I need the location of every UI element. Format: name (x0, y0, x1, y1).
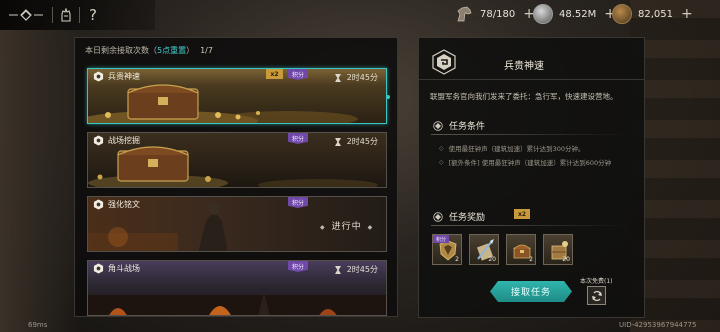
task-4-points-badge: 积分 (288, 261, 308, 272)
gold-coin-icon (612, 4, 632, 24)
help-button[interactable]: ? (80, 0, 106, 30)
task-card-3[interactable]: 强化铭文 积分 ◆ 进行中 ◆ (87, 196, 387, 252)
remaining-close: ） (186, 46, 195, 55)
task-3-status-text: 进行中 (331, 222, 362, 232)
condition-2-text: [额外条件] 使用最狂钟声（建筑加速）累计达到600分钟 (448, 159, 612, 167)
task-3-status: ◆ 进行中 ◆ (314, 219, 379, 232)
selection-indicator (386, 95, 390, 99)
task-4-timer: 2时45分 (334, 264, 378, 275)
reward-item-2[interactable]: 20 (469, 234, 499, 265)
refresh-task-button[interactable] (587, 286, 606, 305)
reset-time-text: 5点重置 (157, 46, 187, 55)
task-card-1[interactable]: 兵贵神速 x2 积分 2时45分 (87, 68, 387, 124)
reward-4-qty: 20 (562, 256, 570, 263)
task-hex-icon (92, 263, 104, 275)
ping-indicator: 69ms (28, 321, 48, 329)
resource-stamina: 78/180 + (454, 3, 535, 25)
knight-helmet-icon (61, 8, 71, 22)
back-emblem-icon (9, 9, 43, 21)
free-refresh-label: 本次免费(1) (580, 278, 613, 285)
reward-3-qty: 2 (529, 256, 533, 263)
resource-gold: 82,051 + (612, 3, 693, 25)
silver-value: 48.52M (559, 8, 597, 20)
task-2-timer: 2时45分 (334, 136, 378, 147)
section-gem-icon (433, 211, 443, 222)
remaining-text: 本日剩余接取次数（ (85, 46, 157, 55)
task-4-time: 2时45分 (346, 265, 378, 274)
task-1-time: 2时45分 (346, 73, 378, 82)
task-1-multiplier-badge: x2 (266, 69, 283, 79)
condition-item: ◇ [额外条件] 使用最狂钟声（建筑加速）累计达到600分钟 (439, 157, 612, 168)
reward-item-4[interactable]: 20 (543, 234, 573, 265)
silver-coin-icon (533, 4, 553, 24)
task-3-name: 强化铭文 (108, 200, 140, 209)
task-card-4[interactable]: 角斗战场 积分 2时45分 (87, 260, 387, 316)
help-icon: ? (89, 6, 97, 24)
reward-item-3[interactable]: 2 (506, 234, 536, 265)
rewards-underline (431, 225, 631, 226)
task-2-time: 2时45分 (346, 137, 378, 146)
remaining-count-label: 本日剩余接取次数（5点重置） 1/7 (85, 45, 213, 56)
task-hex-icon (92, 199, 104, 211)
rewards-title: 任务奖励 (449, 213, 486, 223)
rank-button[interactable] (53, 0, 79, 30)
task-1-name: 兵贵神速 (108, 72, 140, 81)
background-left (0, 0, 80, 332)
refresh-icon (591, 290, 602, 301)
diamond-bullet-icon: ◇ (439, 144, 444, 152)
reward-1-qty: 2 (455, 256, 459, 263)
hourglass-icon (334, 137, 341, 146)
conditions-title: 任务条件 (449, 122, 486, 132)
task-hex-icon (92, 135, 104, 147)
condition-item: ◇ 使用最狂钟声（建筑加速）累计达到300分钟。 (439, 143, 585, 154)
rewards-header: 任务奖励 (433, 210, 485, 223)
conditions-header: 任务条件 (433, 119, 485, 132)
condition-1-text: 使用最狂钟声（建筑加速）累计达到300分钟。 (448, 145, 585, 153)
task-1-timer: 2时45分 (334, 72, 378, 83)
task-card-2[interactable]: 战场挖掘 积分 2时45分 (87, 132, 387, 188)
reward-item-1[interactable]: 积分 2 (432, 234, 462, 265)
accept-task-button[interactable]: 接取任务 (490, 281, 572, 302)
gold-value: 82,051 (638, 8, 673, 20)
task-2-points-badge: 积分 (288, 133, 308, 144)
detail-description: 联盟军务官向我们发来了委托：急行军，快速建设营地。 (430, 92, 618, 101)
rewards-multiplier-badge: x2 (514, 209, 530, 219)
task-3-points-badge: 积分 (288, 197, 308, 208)
hourglass-icon (334, 265, 341, 274)
top-left-bar: ? (0, 0, 155, 30)
task-detail-panel: 兵贵神速 联盟军务官向我们发来了委托：急行军，快速建设营地。 任务条件 ◇ 使用… (418, 37, 645, 318)
task-4-name: 角斗战场 (108, 264, 140, 273)
task-2-name: 战场挖掘 (108, 136, 140, 145)
task-emblem-icon (431, 49, 457, 75)
detail-divider (419, 79, 644, 80)
diamond-icon: ◆ (320, 224, 326, 231)
reward-1-points-badge: 积分 (433, 235, 449, 243)
section-gem-icon (433, 120, 443, 131)
reward-2-qty: 20 (488, 256, 496, 263)
detail-title: 兵贵神速 (504, 61, 544, 72)
diamond-icon: ◆ (367, 224, 374, 231)
diamond-bullet-icon: ◇ (439, 158, 444, 166)
back-button[interactable] (0, 0, 52, 30)
user-id-label: UID-42953967944775 (619, 321, 697, 329)
remaining-count: 1/7 (200, 46, 213, 55)
task-hex-icon (92, 71, 104, 83)
conditions-underline (431, 134, 631, 135)
add-gold-button[interactable]: + (681, 6, 693, 22)
task-3-header: 强化铭文 (88, 197, 386, 212)
horse-head-icon (454, 4, 474, 24)
stamina-value: 78/180 (480, 8, 516, 20)
hourglass-icon (334, 73, 341, 82)
task-list-panel: 本日剩余接取次数（5点重置） 1/7 兵贵神速 x2 积分 2时45分 战场挖掘… (74, 37, 398, 317)
task-1-points-badge: 积分 (288, 69, 308, 80)
resource-silver: 48.52M + (533, 3, 616, 25)
